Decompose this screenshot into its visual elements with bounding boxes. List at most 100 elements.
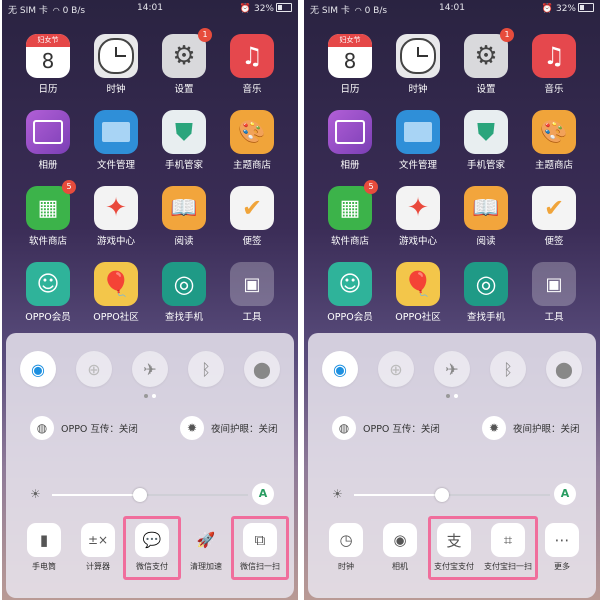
app-label: 音乐 (242, 84, 262, 95)
app-file-manager[interactable]: 文件管理 (86, 110, 146, 171)
app-find-phone[interactable]: ◎ 查找手机 (456, 262, 516, 323)
toggle-row: ◉ ⊕ ✈ ᛒ ⬤ (322, 351, 582, 387)
app-grid-icon: ▦ 5 (328, 180, 378, 230)
app-music[interactable]: ♫ 音乐 (524, 34, 584, 95)
quick-action-flashlight[interactable]: ▮ 手电筒 (20, 523, 68, 572)
battery-icon (578, 3, 594, 12)
app-find-phone[interactable]: ◎ 查找手机 (154, 262, 214, 323)
quick-action-camera[interactable]: ◉ 相机 (376, 523, 424, 572)
app-oppo-member[interactable]: ☺ OPPO会员 (320, 262, 380, 323)
app-gallery[interactable]: 相册 (320, 110, 380, 171)
app-label: 文件管理 (398, 160, 437, 171)
app-reading[interactable]: 📖 阅读 (456, 186, 516, 247)
app-phone-manager[interactable]: ⛊ 手机管家 (456, 110, 516, 171)
app-notes[interactable]: ✔ 便签 (524, 186, 584, 247)
app-label: 阅读 (174, 236, 194, 247)
bluetooth-toggle[interactable]: ᛒ (490, 351, 526, 387)
app-oppo-community[interactable]: 🎈 OPPO社区 (86, 262, 146, 323)
app-clock[interactable]: 时钟 (388, 34, 448, 95)
app-gallery[interactable]: 相册 (18, 110, 78, 171)
auto-brightness-button[interactable]: A (554, 483, 576, 505)
app-label: 设置 (476, 84, 496, 95)
app-phone-manager[interactable]: ⛊ 手机管家 (154, 110, 214, 171)
app-game-center[interactable]: ✦ 游戏中心 (388, 186, 448, 247)
airplane-off-icon: ✈ (143, 359, 157, 379)
music-note-icon: ♫ (532, 34, 576, 78)
app-tools-folder[interactable]: ▣ 工具 (524, 262, 584, 323)
night-mode-status[interactable]: ✹ 夜间护眼：关闭 (180, 415, 278, 441)
location-toggle[interactable]: ⬤ (244, 351, 280, 387)
oppo-share-status[interactable]: ◍ OPPO 互传：关闭 (30, 415, 138, 441)
airplane-mode-toggle[interactable]: ✈ (434, 351, 470, 387)
brightness-knob[interactable] (133, 488, 148, 502)
more-dots-icon: ⋯ (545, 523, 579, 557)
app-software-store[interactable]: ▦ 5 软件商店 (18, 180, 78, 247)
app-tools-folder[interactable]: ▣ 工具 (222, 262, 282, 323)
balloon-icon: 🎈 (94, 262, 138, 306)
balloon-icon: 🎈 (396, 262, 440, 306)
app-label: 游戏中心 (96, 236, 135, 247)
checkmark-note-icon: ✔ (532, 186, 576, 230)
gear-icon: ⚙ 1 (162, 28, 212, 78)
app-oppo-community[interactable]: 🎈 OPPO社区 (388, 262, 448, 323)
brightness-track[interactable] (354, 488, 550, 502)
app-music[interactable]: ♫ 音乐 (222, 34, 282, 95)
app-oppo-member[interactable]: ☺ OPPO会员 (18, 262, 78, 323)
quick-action-calculator[interactable]: ±× 计算器 (74, 523, 122, 572)
eye-care-icon: ✹ (482, 416, 506, 440)
quick-action-clock[interactable]: ◷ 时钟 (322, 523, 370, 572)
highlight-box-wechat-pay (123, 516, 181, 580)
app-notes[interactable]: ✔ 便签 (222, 186, 282, 247)
night-mode-status[interactable]: ✹ 夜间护眼：关闭 (482, 415, 580, 441)
wifi-toggle[interactable]: ◉ (322, 351, 358, 387)
app-label: 查找手机 (466, 312, 505, 323)
phone-screen-left: 无 SIM 卡 ◠ 0 B/s 14:01 ⏰ 32% 妇女节 8 日历 时钟 … (2, 0, 298, 600)
app-calendar[interactable]: 妇女节 8 日历 (18, 34, 78, 95)
airplane-mode-toggle[interactable]: ✈ (132, 351, 168, 387)
app-reading[interactable]: 📖 阅读 (154, 186, 214, 247)
flashlight-icon: ▮ (27, 523, 61, 557)
brightness-knob[interactable] (435, 488, 450, 502)
globe-icon: ⊕ (389, 359, 403, 379)
location-pin-icon: ⬤ (555, 359, 573, 379)
status-bar: 无 SIM 卡 ◠ 0 B/s 14:01 ⏰ 32% (304, 0, 600, 18)
app-label: 阅读 (476, 236, 496, 247)
app-settings[interactable]: ⚙ 1 设置 (154, 28, 214, 95)
wifi-toggle[interactable]: ◉ (20, 351, 56, 387)
app-game-center[interactable]: ✦ 游戏中心 (86, 186, 146, 247)
app-label: 日历 (38, 84, 58, 95)
auto-brightness-button[interactable]: A (252, 483, 274, 505)
wifi-icon: ◉ (333, 359, 347, 379)
brightness-track[interactable] (52, 488, 248, 502)
brightness-sun-icon: ☀ (30, 487, 41, 501)
app-software-store[interactable]: ▦ 5 软件商店 (320, 180, 380, 247)
bluetooth-toggle[interactable]: ᛒ (188, 351, 224, 387)
app-theme-store[interactable]: 🎨 主题商店 (222, 110, 282, 171)
brightness-slider[interactable]: ☀ A (26, 483, 274, 507)
phone-screen-right: 无 SIM 卡 ◠ 0 B/s 14:01 ⏰ 32% 妇女节 8 日历 时钟 … (304, 0, 600, 600)
quick-action-more[interactable]: ⋯ 更多 (538, 523, 586, 572)
clock-icon: ◷ (329, 523, 363, 557)
app-settings[interactable]: ⚙ 1 设置 (456, 28, 516, 95)
location-toggle[interactable]: ⬤ (546, 351, 582, 387)
app-clock[interactable]: 时钟 (86, 34, 146, 95)
app-file-manager[interactable]: 文件管理 (388, 110, 448, 171)
bluetooth-icon: ᛒ (503, 359, 513, 379)
oppo-share-status[interactable]: ◍ OPPO 互传：关闭 (332, 415, 440, 441)
quick-action-cleanup[interactable]: 🚀 清理加速 (182, 523, 230, 572)
app-theme-store[interactable]: 🎨 主题商店 (524, 110, 584, 171)
calculator-icon: ±× (81, 523, 115, 557)
brightness-slider[interactable]: ☀ A (328, 483, 576, 507)
checkmark-note-icon: ✔ (230, 186, 274, 230)
app-label: OPPO会员 (327, 312, 373, 323)
app-label: 手机管家 (466, 160, 505, 171)
wifi-icon: ◉ (31, 359, 45, 379)
member-face-icon: ☺ (26, 262, 70, 306)
app-label: 音乐 (544, 84, 564, 95)
mobile-data-toggle[interactable]: ⊕ (378, 351, 414, 387)
airplane-off-icon: ✈ (445, 359, 459, 379)
app-calendar[interactable]: 妇女节 8 日历 (320, 34, 380, 95)
page-indicator (308, 394, 596, 398)
mobile-data-toggle[interactable]: ⊕ (76, 351, 112, 387)
app-label: 日历 (340, 84, 360, 95)
